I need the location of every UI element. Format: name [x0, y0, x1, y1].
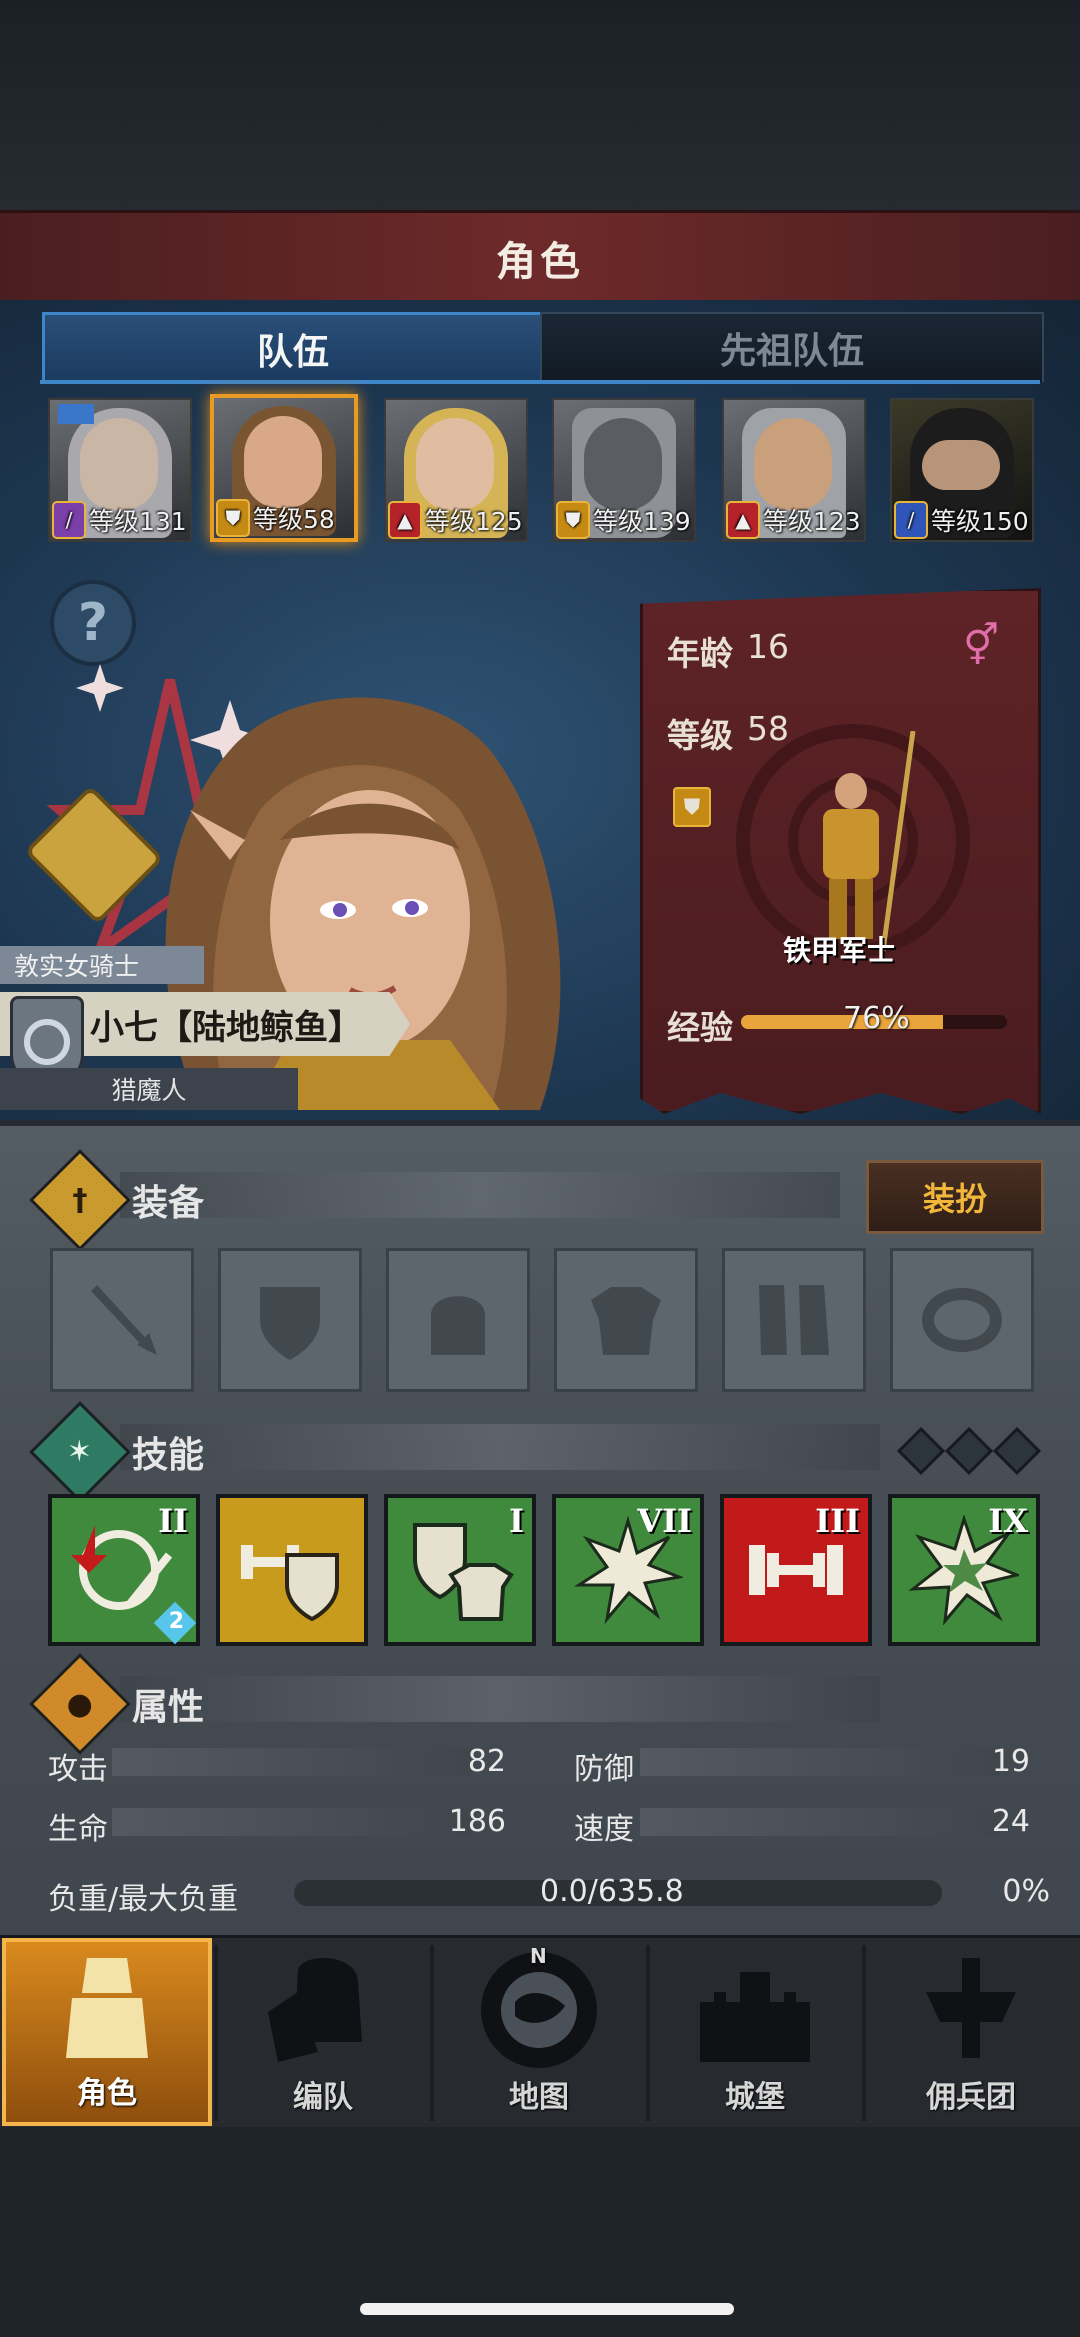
level-label: 等级139 — [593, 507, 691, 536]
attributes-title: 属性 — [132, 1687, 205, 1728]
exp-label: 经验 — [667, 1008, 733, 1047]
attack-label: 攻击 — [48, 1752, 108, 1787]
skill-4[interactable]: VII — [552, 1494, 704, 1646]
nav-castle[interactable]: 城堡 — [650, 1938, 860, 2126]
weapon-slot[interactable] — [50, 1248, 194, 1392]
shield-icon: ⛊ — [673, 787, 711, 827]
age-label: 年龄 — [667, 634, 733, 673]
unit-name: 铁甲军士 — [783, 934, 896, 967]
tab-ancestor-team[interactable]: 先祖队伍 — [540, 312, 1044, 382]
exp-percent: 76% — [843, 1001, 910, 1036]
hp-value: 186 — [448, 1804, 506, 1839]
boots-slot[interactable] — [722, 1248, 866, 1392]
level-label: 等级125 — [425, 507, 523, 536]
page-title: 角色 — [496, 239, 584, 285]
load-percent: 0% — [1002, 1874, 1050, 1909]
sword-icon: / — [894, 501, 928, 539]
armor-slot[interactable] — [554, 1248, 698, 1392]
level-label: 等级131 — [89, 507, 187, 536]
shield-armor-icon — [413, 1523, 514, 1621]
question-icon: ? — [77, 593, 109, 653]
shield-icon — [260, 1287, 320, 1360]
boots-icon — [759, 1285, 829, 1355]
knight-icon — [66, 1958, 148, 2058]
nav-formation[interactable]: 编队 — [218, 1938, 428, 2126]
shield-slot[interactable] — [218, 1248, 362, 1392]
load-value: 0.0/635.8 — [540, 1874, 684, 1909]
castle-icon — [700, 1972, 810, 2062]
wolf-icon: ▲ — [726, 501, 760, 539]
flag-icon — [58, 404, 94, 424]
defense-value: 19 — [991, 1744, 1030, 1779]
nav-mercenary[interactable]: 佣兵团 — [866, 1938, 1076, 2126]
hp-label: 生命 — [48, 1812, 108, 1847]
staff-icon: / — [52, 501, 86, 539]
banner-fist-icon — [926, 1958, 1016, 2058]
skills-title: 技能 — [132, 1435, 205, 1476]
age-value: 16 — [747, 627, 789, 666]
skill-5[interactable]: III — [720, 1494, 872, 1646]
armor-icon — [591, 1287, 661, 1355]
helmet-group-icon — [268, 1958, 362, 2062]
dress-up-button[interactable]: 装扮 — [866, 1160, 1044, 1234]
party-member-6[interactable]: / 等级150 — [890, 398, 1034, 542]
page-title-bar: 角色 — [0, 210, 1080, 307]
tab-underline — [40, 380, 1040, 384]
skill-2[interactable] — [216, 1494, 368, 1646]
party-member-5[interactable]: ▲ 等级123 — [722, 398, 866, 542]
unit-sprite — [823, 731, 916, 952]
ring-slot[interactable] — [890, 1248, 1034, 1392]
nav-map[interactable]: N 地图 — [434, 1938, 644, 2126]
character-subtitle: 猎魔人 — [0, 1068, 298, 1110]
ring-icon — [922, 1288, 1002, 1352]
speed-value: 24 — [991, 1804, 1030, 1839]
female-icon: ⚥ — [963, 623, 1000, 669]
shield-icon: ⛊ — [216, 499, 250, 537]
trait-label: 敦实女骑士 — [0, 946, 204, 984]
party-member-2-selected[interactable]: ⛊ 等级58 — [210, 394, 358, 542]
equipment-title: 装备 — [132, 1183, 205, 1224]
attack-value: 82 — [467, 1744, 506, 1779]
level-label: 等级58 — [253, 505, 335, 534]
home-indicator[interactable] — [360, 2303, 734, 2315]
helmet-icon — [431, 1296, 485, 1355]
character-info-card: 年龄 16 ⚥ 等级 58 ⛊ 铁甲军士 经验 76% — [640, 588, 1041, 1114]
nav-character[interactable]: 角色 — [2, 1938, 212, 2126]
skill-3[interactable]: I — [384, 1494, 536, 1646]
defense-label: 防御 — [574, 1752, 634, 1787]
skill-6[interactable]: IX — [888, 1494, 1040, 1646]
party-member-1[interactable]: / 等级131 — [48, 398, 192, 542]
speed-label: 速度 — [574, 1812, 634, 1847]
level-label: 等级150 — [931, 507, 1029, 536]
dumbbell-shield-icon — [241, 1545, 339, 1622]
wolf-icon: ▲ — [388, 501, 422, 539]
shield-icon: ⛊ — [556, 501, 590, 539]
load-label: 负重/最大负重 — [48, 1882, 239, 1917]
compass-n-label: N — [530, 1944, 547, 1968]
level-label: 等级123 — [763, 507, 861, 536]
status-area — [0, 0, 1080, 210]
skill-1[interactable]: II 2 — [48, 1494, 200, 1646]
tab-team[interactable]: 队伍 — [42, 312, 544, 383]
sword-icon — [91, 1285, 157, 1355]
party-member-3[interactable]: ▲ 等级125 — [384, 398, 528, 542]
party-member-4[interactable]: ⛊ 等级139 — [552, 398, 696, 542]
helmet-slot[interactable] — [386, 1248, 530, 1392]
